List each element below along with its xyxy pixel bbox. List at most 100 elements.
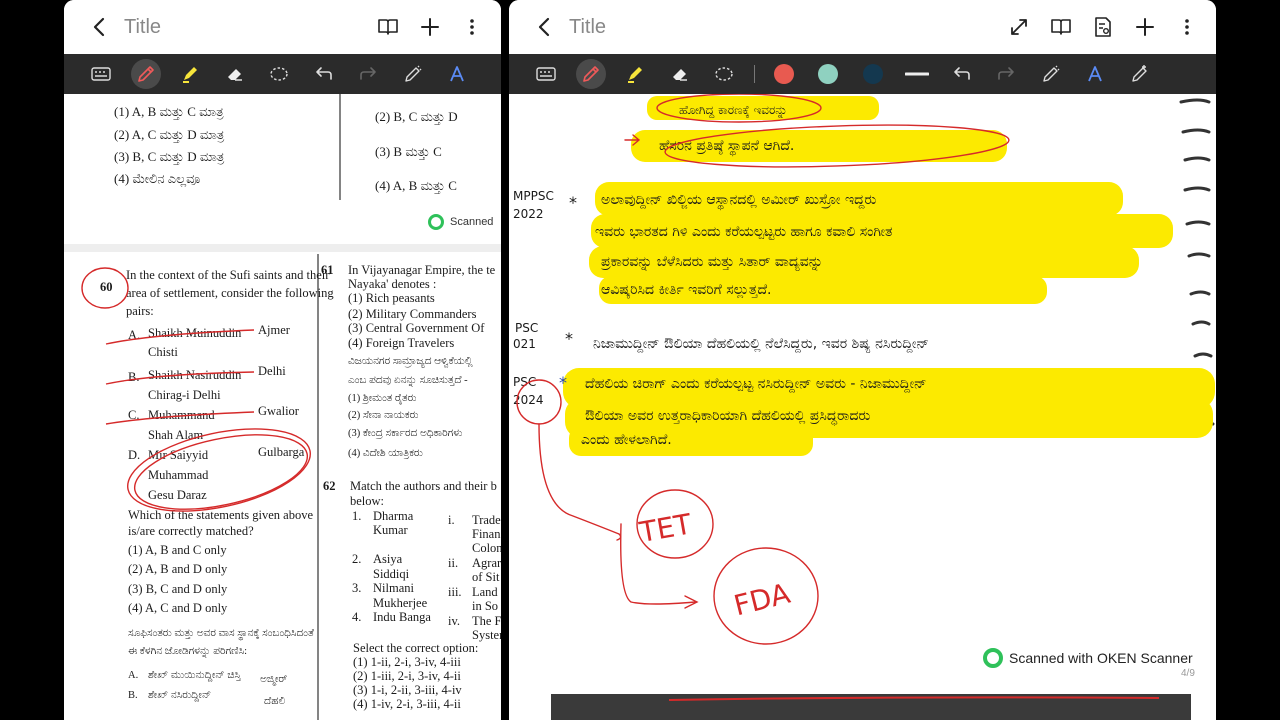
author-name: Indu Banga (373, 610, 431, 624)
text-tool[interactable] (442, 59, 472, 89)
undo-button[interactable] (309, 59, 339, 89)
more-button[interactable] (1172, 12, 1202, 42)
q59-option: (4) ಮೇಲಿನ ಎಲ್ಲವೂ (114, 171, 200, 187)
color-swatch-teal[interactable] (813, 59, 843, 89)
lasso-tool[interactable] (709, 59, 739, 89)
lasso-tool[interactable] (264, 59, 294, 89)
margin-note: PSC (515, 321, 538, 335)
pair-place: Gwalior (258, 404, 300, 418)
color-swatch-red[interactable] (769, 59, 799, 89)
shape-tool[interactable] (1036, 59, 1066, 89)
pair-place: ಅಜ್ಮೀರ್ (260, 674, 288, 685)
author-name: Kumar (373, 523, 409, 537)
text-tool[interactable] (1080, 59, 1110, 89)
page-number: 4/9 (1181, 668, 1195, 679)
back-button[interactable] (529, 12, 559, 42)
pointer-tool[interactable] (1125, 59, 1155, 89)
eraser-tool[interactable] (220, 59, 250, 89)
add-button[interactable] (415, 12, 445, 42)
q62-option: (3) 1-i, 2-ii, 3-iii, 4-iv (353, 683, 462, 697)
chevron-left-icon (538, 17, 550, 37)
eraser-tool[interactable] (665, 59, 695, 89)
redo-button[interactable] (991, 59, 1021, 89)
pair-name: Gesu Daraz (148, 488, 207, 502)
book-icon (378, 19, 398, 35)
shape-tool[interactable] (398, 59, 428, 89)
plus-icon (421, 18, 439, 36)
author-name: Siddiqi (373, 567, 410, 581)
bullet-star: * (569, 193, 577, 212)
q62-stem: Match the authors and their b (350, 479, 497, 493)
work-title: in So (472, 599, 498, 613)
undo-button[interactable] (947, 59, 977, 89)
highlighter-tool[interactable] (175, 59, 205, 89)
work-title: Colon (472, 541, 501, 555)
note-text: ಇವರು ಭಾರತದ ಗಿಳಿ ಎಂದು ಕರೆಯಲ್ಪಟ್ಟರು ಹಾಗೂ ಕ… (595, 224, 892, 240)
reading-mode-button[interactable] (373, 12, 403, 42)
undo-icon (315, 67, 332, 80)
expand-icon (1011, 19, 1027, 35)
q61-option: (2) Military Commanders (348, 307, 477, 321)
tet-label: TET (636, 507, 695, 549)
line-thickness-icon (905, 72, 929, 76)
reading-mode-button[interactable] (1046, 12, 1076, 42)
more-button[interactable] (457, 12, 487, 42)
document-title[interactable]: Title (124, 16, 373, 39)
document-page[interactable]: (1) A, B ಮತ್ತು C ಮಾತ್ರ (2) A, C ಮತ್ತು D … (64, 94, 501, 720)
magic-pen-icon (1042, 65, 1059, 82)
stroke-width-button[interactable] (902, 59, 932, 89)
q61-stem: In Vijayanagar Empire, the te (348, 263, 496, 277)
work-title: Trade (472, 513, 501, 527)
q61-stem: Nayaka' denotes : (348, 277, 436, 291)
text-icon (1088, 66, 1102, 82)
q59-option: (2) A, C ಮತ್ತು D ಮಾತ್ರ (114, 127, 225, 143)
pair-letter: B. (128, 370, 139, 384)
magic-pen-icon (404, 65, 421, 82)
lasso-icon (270, 67, 288, 81)
pair-letter: A. (128, 670, 138, 681)
toolbar-divider (753, 65, 755, 83)
pair-name: Shaikh Nasiruddin (148, 368, 242, 382)
navy-swatch-icon (862, 64, 883, 84)
work-title: of Sit (472, 570, 500, 584)
document-title[interactable]: Title (569, 16, 1004, 39)
q60-question: is/are correctly matched? (128, 524, 254, 538)
q61-option: (1) ಶ್ರೀಮಂತ ರೈತರು (348, 393, 417, 404)
question-number: 62 (323, 479, 336, 493)
fullscreen-button[interactable] (1004, 12, 1034, 42)
q61-option: (4) Foreign Travelers (348, 336, 454, 350)
plus-icon (1136, 18, 1154, 36)
question-number: 61 (321, 263, 334, 277)
work-title: Finan (472, 527, 501, 541)
work-roman: ii. (448, 556, 458, 570)
q61-option: (1) Rich peasants (348, 291, 435, 305)
add-button[interactable] (1130, 12, 1160, 42)
q60-option: (3) B, C and D only (128, 582, 228, 596)
redo-button[interactable] (353, 59, 383, 89)
pair-letter: D. (128, 448, 140, 462)
title-bar: Title (64, 0, 501, 54)
drawing-toolbar (509, 54, 1216, 94)
pair-place: ದೆಹಲಿ (264, 696, 285, 707)
pen-tool[interactable] (130, 59, 161, 89)
note-text: ಔಲಿಯಾ ಅವರ ಉತ್ತರಾಧಿಕಾರಿಯಾಗಿ ದೆಹಲಿಯಲ್ಲಿ ಪ್… (585, 408, 870, 427)
note-page[interactable]: ಹೋಗಿದ್ದ ಕಾರಣಕ್ಕೆ ಇವರನ್ನು ಹೆಸರಿನ ಪ್ರತಿಷ್ಠ… (509, 94, 1216, 720)
scanner-watermark: Scanned (428, 214, 493, 230)
author-name: Nilmani (373, 581, 414, 595)
pointer-icon (1131, 65, 1147, 82)
author-num: 2. (352, 552, 361, 566)
keyboard-tool[interactable] (531, 59, 561, 89)
q59-option: (2) B, C ಮತ್ತು D (375, 109, 458, 124)
q60-stem: In the context of the Sufi saints and th… (126, 268, 330, 282)
page-template-button[interactable] (1088, 12, 1118, 42)
q62-option: (2) 1-iii, 2-i, 3-iv, 4-ii (353, 669, 461, 683)
pen-tool[interactable] (575, 59, 606, 89)
pen-icon (582, 66, 599, 82)
color-swatch-navy[interactable] (858, 59, 888, 89)
highlighter-tool[interactable] (620, 59, 650, 89)
author-name: Asiya (373, 552, 403, 566)
work-roman: i. (448, 513, 455, 527)
keyboard-tool[interactable] (86, 59, 116, 89)
back-button[interactable] (84, 12, 114, 42)
highlighter-icon (628, 67, 642, 83)
